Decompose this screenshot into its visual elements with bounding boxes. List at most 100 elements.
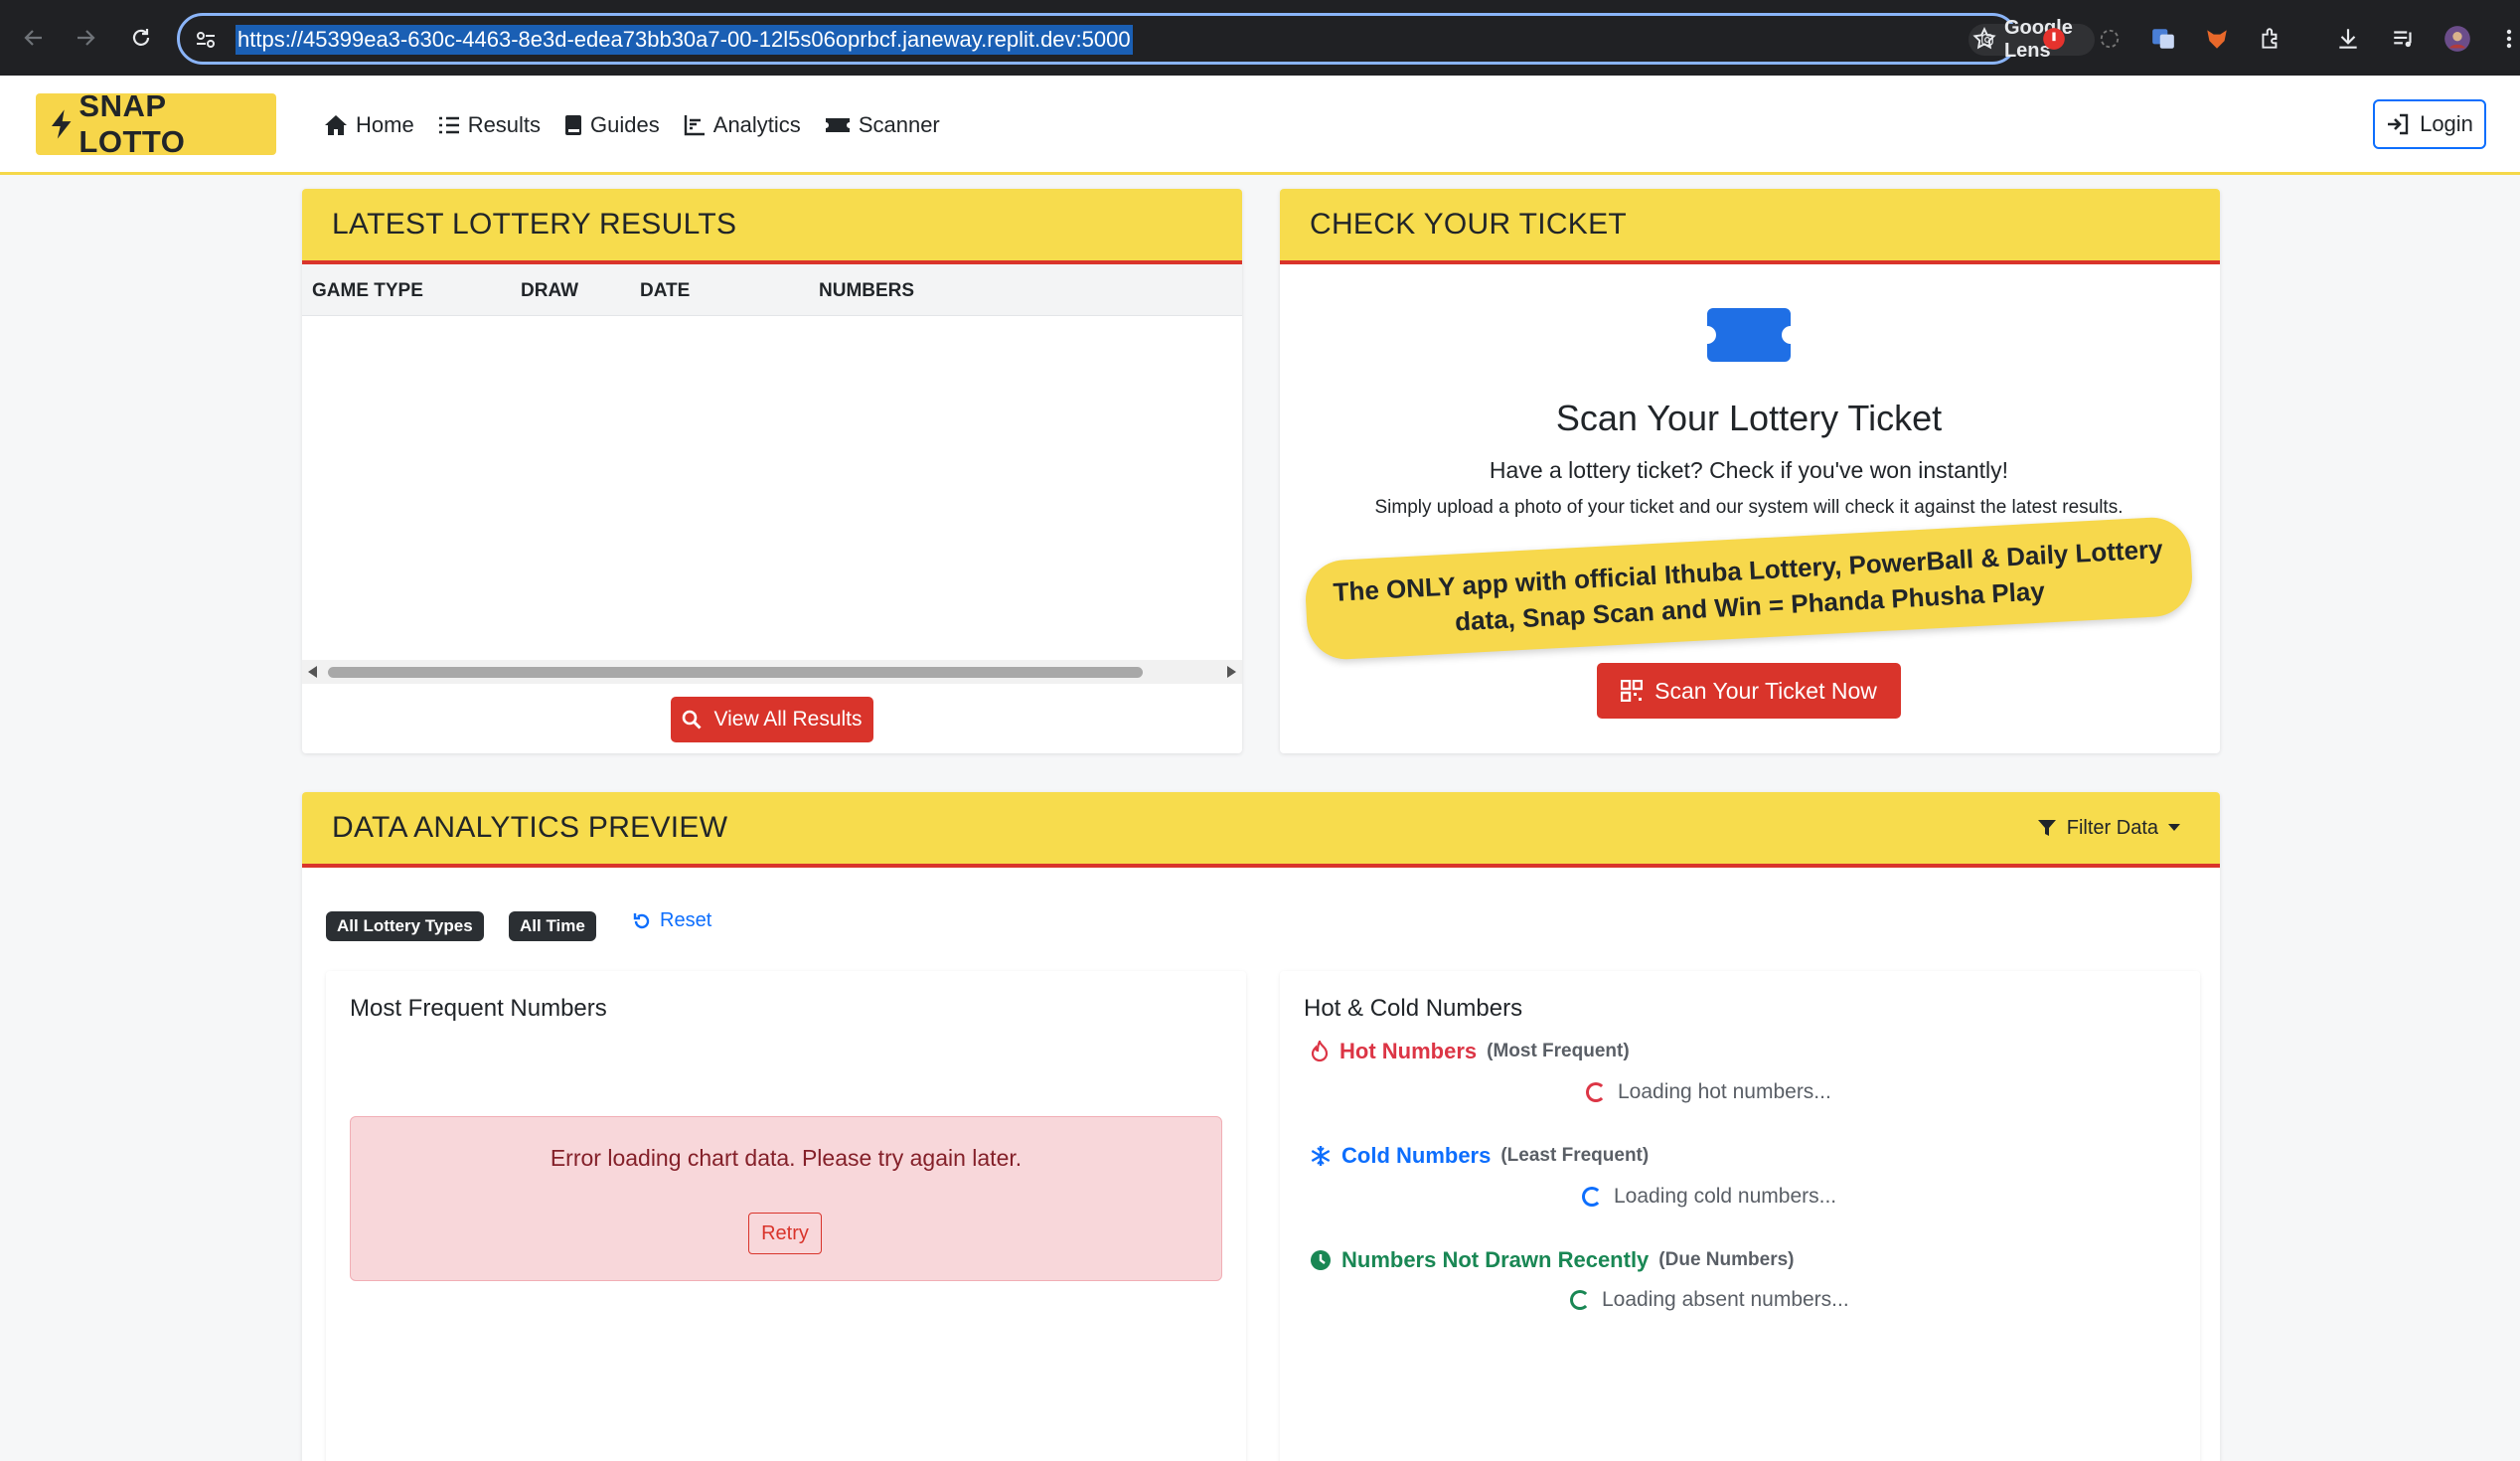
address-bar[interactable]: https://45399ea3-630c-4463-8e3d-edea73bb… bbox=[177, 13, 2095, 65]
extension-shield-icon[interactable] bbox=[2039, 24, 2069, 54]
column-numbers: NUMBERS bbox=[819, 280, 915, 301]
sign-in-icon bbox=[2388, 113, 2409, 135]
search-icon bbox=[683, 710, 703, 730]
absent-numbers-heading: Numbers Not Drawn Recently (Due Numbers) bbox=[1310, 1247, 1794, 1273]
media-queue-icon[interactable] bbox=[2389, 24, 2419, 54]
bookmark-star-icon[interactable] bbox=[1971, 26, 1997, 52]
filter-data-label: Filter Data bbox=[2066, 816, 2158, 839]
chart-icon bbox=[684, 115, 705, 136]
results-table-header: GAME TYPE DRAW DATE NUMBERS bbox=[302, 264, 1242, 316]
check-ticket-title: CHECK YOUR TICKET bbox=[1310, 208, 1628, 241]
cold-numbers-label: Cold Numbers bbox=[1341, 1143, 1492, 1168]
absent-numbers-sub: (Due Numbers) bbox=[1658, 1249, 1795, 1270]
browser-chrome: https://45399ea3-630c-4463-8e3d-edea73bb… bbox=[0, 0, 2520, 76]
nav-scanner-label: Scanner bbox=[858, 112, 940, 137]
home-icon bbox=[325, 115, 347, 135]
scan-ticket-button[interactable]: Scan Your Ticket Now bbox=[1597, 663, 1901, 719]
absent-numbers-loading: Loading absent numbers... bbox=[1570, 1288, 1849, 1312]
site-settings-icon[interactable] bbox=[194, 28, 218, 52]
view-all-results-label: View All Results bbox=[713, 708, 863, 730]
scan-ticket-heading: Scan Your Lottery Ticket bbox=[1555, 398, 1943, 438]
hot-cold-card: Hot & Cold Numbers Hot Numbers (Most Fre… bbox=[1280, 971, 2200, 1461]
column-game-type: GAME TYPE bbox=[312, 280, 423, 301]
forward-button[interactable] bbox=[66, 18, 105, 58]
arrow-left-icon bbox=[24, 30, 42, 46]
ticket-icon bbox=[1707, 308, 1791, 362]
qrcode-icon bbox=[1621, 680, 1644, 702]
book-icon bbox=[565, 115, 582, 135]
horizontal-scrollbar[interactable] bbox=[302, 660, 1242, 684]
analytics-header: DATA ANALYTICS PREVIEW Filter Data bbox=[302, 792, 2220, 868]
fire-icon bbox=[1311, 1041, 1329, 1062]
undo-icon bbox=[633, 912, 650, 928]
brand-logo[interactable]: SNAP LOTTO bbox=[36, 88, 276, 159]
back-button[interactable] bbox=[14, 18, 54, 58]
scan-ticket-button-label: Scan Your Ticket Now bbox=[1654, 677, 1877, 704]
translate-icon[interactable] bbox=[2148, 24, 2178, 54]
list-icon bbox=[438, 116, 459, 134]
column-date: DATE bbox=[640, 280, 691, 301]
scroll-left-icon[interactable] bbox=[308, 666, 317, 678]
scan-ticket-subtitle: Have a lottery ticket? Check if you've w… bbox=[1489, 457, 2009, 483]
login-label: Login bbox=[2420, 111, 2473, 136]
analytics-title: DATA ANALYTICS PREVIEW bbox=[332, 811, 728, 844]
nav-guides[interactable]: Guides bbox=[564, 112, 660, 138]
nav-scanner[interactable]: Scanner bbox=[825, 112, 940, 138]
site-navbar: SNAP LOTTO Home Results Guides Analytics… bbox=[0, 76, 2520, 175]
analytics-card: DATA ANALYTICS PREVIEW Filter Data All L… bbox=[302, 792, 2220, 1461]
menu-dots-icon[interactable] bbox=[2494, 24, 2520, 54]
cold-numbers-heading: Cold Numbers (Least Frequent) bbox=[1310, 1143, 1649, 1169]
url-text[interactable]: https://45399ea3-630c-4463-8e3d-edea73bb… bbox=[236, 25, 1133, 55]
cold-loading-text: Loading cold numbers... bbox=[1614, 1185, 1837, 1208]
nav-analytics[interactable]: Analytics bbox=[684, 112, 801, 138]
nav-analytics-label: Analytics bbox=[712, 112, 801, 137]
scan-ticket-description: Simply upload a photo of your ticket and… bbox=[1374, 497, 2124, 518]
reload-icon bbox=[132, 29, 150, 46]
most-frequent-card: Most Frequent Numbers Error loading char… bbox=[326, 971, 1246, 1461]
extension-circle-icon[interactable] bbox=[2095, 24, 2125, 54]
view-all-results-button[interactable]: View All Results bbox=[671, 697, 873, 742]
reset-button[interactable]: Reset bbox=[632, 909, 711, 932]
hot-loading-text: Loading hot numbers... bbox=[1618, 1080, 1831, 1103]
download-icon[interactable] bbox=[2333, 24, 2363, 54]
nav-results[interactable]: Results bbox=[438, 112, 541, 138]
badge-lottery-types[interactable]: All Lottery Types bbox=[326, 911, 484, 941]
hot-numbers-label: Hot Numbers bbox=[1339, 1039, 1478, 1063]
fox-extension-icon[interactable] bbox=[2202, 24, 2232, 54]
scrollbar-thumb[interactable] bbox=[328, 667, 1143, 678]
badge-time-range[interactable]: All Time bbox=[509, 911, 596, 941]
extensions-puzzle-icon[interactable] bbox=[2256, 24, 2285, 54]
ticket-icon bbox=[825, 118, 850, 132]
login-button[interactable]: Login bbox=[2373, 99, 2486, 149]
retry-button[interactable]: Retry bbox=[748, 1213, 822, 1254]
filter-data-dropdown[interactable]: Filter Data bbox=[2037, 817, 2180, 840]
cold-numbers-sub: (Least Frequent) bbox=[1500, 1145, 1650, 1166]
filter-icon bbox=[2037, 820, 2056, 836]
nav-home[interactable]: Home bbox=[324, 112, 414, 138]
check-ticket-header: CHECK YOUR TICKET bbox=[1280, 189, 2220, 264]
cold-spinner-icon bbox=[1582, 1187, 1602, 1207]
latest-results-title: LATEST LOTTERY RESULTS bbox=[332, 208, 737, 241]
profile-avatar-icon[interactable] bbox=[2442, 24, 2472, 54]
hot-numbers-heading: Hot Numbers (Most Frequent) bbox=[1310, 1039, 1630, 1064]
snowflake-icon bbox=[1311, 1146, 1331, 1166]
latest-results-header: LATEST LOTTERY RESULTS bbox=[302, 189, 1242, 264]
reset-label: Reset bbox=[660, 909, 712, 931]
latest-results-card: LATEST LOTTERY RESULTS GAME TYPE DRAW DA… bbox=[302, 189, 1242, 753]
promo-banner: The ONLY app with official Ithuba Lotter… bbox=[1303, 515, 2195, 662]
scroll-right-icon[interactable] bbox=[1227, 666, 1236, 678]
bolt-icon bbox=[51, 109, 72, 139]
hot-cold-title: Hot & Cold Numbers bbox=[1304, 995, 1523, 1022]
cold-numbers-loading: Loading cold numbers... bbox=[1582, 1185, 1836, 1209]
absent-spinner-icon bbox=[1570, 1290, 1590, 1310]
hot-numbers-sub: (Most Frequent) bbox=[1487, 1041, 1630, 1061]
nav-guides-label: Guides bbox=[590, 112, 660, 137]
nav-links: Home Results Guides Analytics Scanner bbox=[324, 107, 964, 143]
caret-down-icon bbox=[2168, 824, 2180, 831]
reload-button[interactable] bbox=[121, 18, 161, 58]
chart-error-alert: Error loading chart data. Please try aga… bbox=[350, 1116, 1222, 1281]
nav-results-label: Results bbox=[467, 112, 542, 137]
absent-loading-text: Loading absent numbers... bbox=[1602, 1288, 1849, 1311]
check-ticket-card: CHECK YOUR TICKET Scan Your Lottery Tick… bbox=[1280, 189, 2220, 753]
hot-numbers-loading: Loading hot numbers... bbox=[1586, 1080, 1831, 1104]
